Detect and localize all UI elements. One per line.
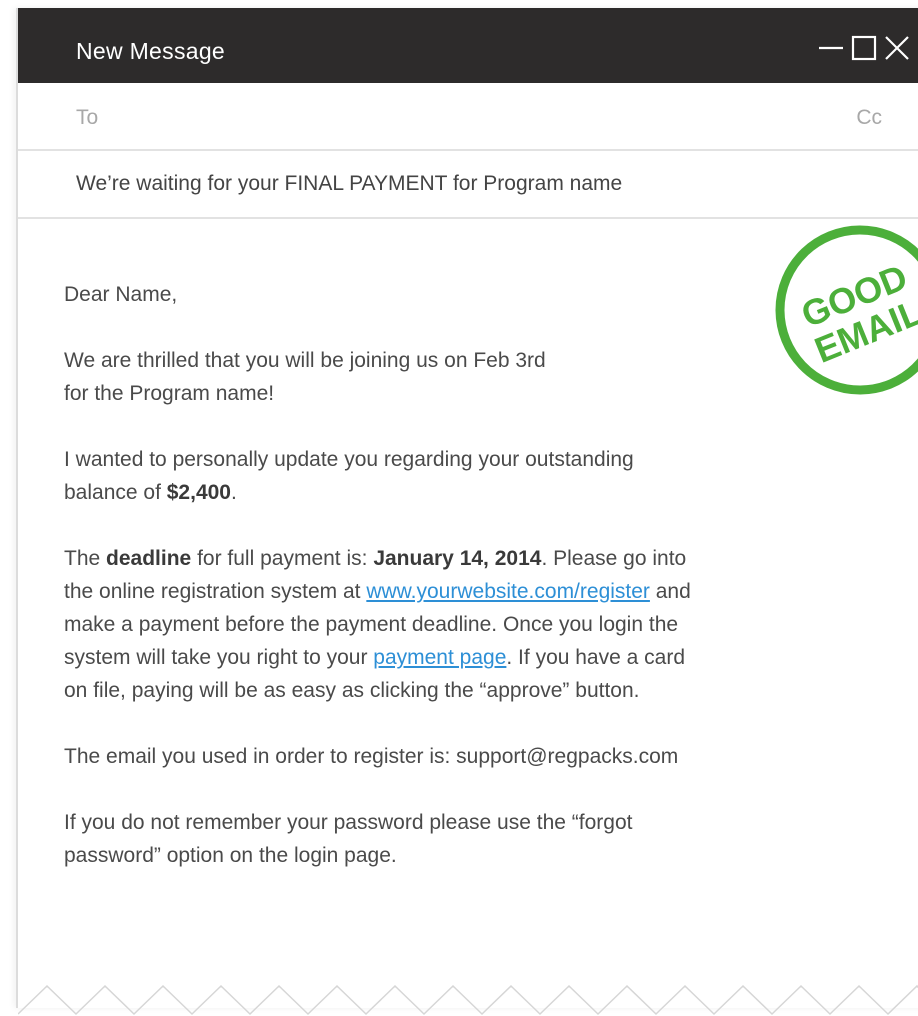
message-body[interactable]: Dear Name, We are thrilled that you will… — [64, 278, 844, 905]
paragraph-password: If you do not remember your password ple… — [64, 811, 633, 867]
balance-amount: $2,400 — [166, 481, 231, 504]
cc-button[interactable]: Cc — [856, 106, 882, 130]
close-icon[interactable] — [884, 35, 910, 61]
recipients-row[interactable]: To Cc — [18, 83, 918, 151]
window-title: New Message — [76, 38, 226, 64]
good-email-stamp: GOOD EMAIL — [775, 225, 918, 395]
subject-field[interactable]: We’re waiting for your FINAL PAYMENT for… — [18, 149, 918, 219]
subject-text: We’re waiting for your FINAL PAYMENT for… — [76, 172, 623, 195]
paragraph-joining: We are thrilled that you will be joining… — [64, 349, 546, 405]
paragraph-deadline: The deadline for full payment is: Januar… — [64, 547, 691, 702]
torn-edge-decoration — [18, 984, 918, 1016]
paragraph-balance: I wanted to personally update you regard… — [64, 448, 634, 504]
to-field[interactable]: To — [76, 106, 98, 130]
compose-window: New Message To Cc We’re waiting for your… — [16, 8, 918, 1016]
title-bar: New Message — [18, 8, 918, 83]
paragraph-email: The email you used in order to register … — [64, 745, 679, 768]
payment-page-link[interactable]: payment page — [373, 646, 506, 669]
minimize-icon[interactable] — [818, 35, 844, 61]
maximize-icon[interactable] — [851, 35, 877, 61]
deadline-word: deadline — [106, 547, 192, 570]
register-link[interactable]: www.yourwebsite.com/register — [366, 580, 650, 603]
deadline-date: January 14, 2014 — [373, 547, 542, 570]
greeting: Dear Name, — [64, 283, 178, 306]
